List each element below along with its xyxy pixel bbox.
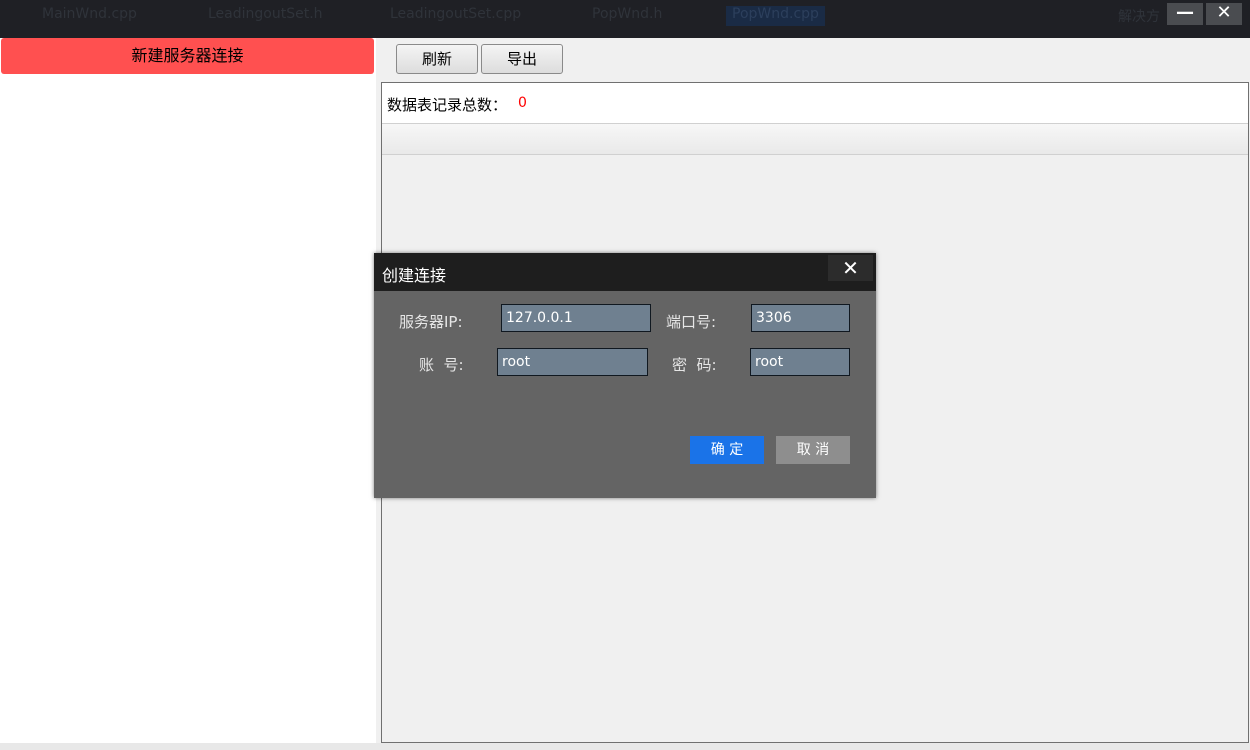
minimize-icon: — [1176,2,1194,23]
table-header [382,123,1248,155]
password-label: 密 码: [672,356,717,374]
server-ip-label: 服务器IP: [399,313,463,331]
status-strip [0,743,1250,750]
connection-sidebar: 新建服务器连接 [0,38,376,743]
close-icon: ✕ [842,256,859,280]
dialog-title: 创建连接 [382,266,447,285]
ghost-tab-popwnd-cpp: PopWnd.cpp [726,6,825,26]
ghost-tab-leadingoutset-h: LeadingoutSet.h [208,6,323,22]
confirm-button[interactable]: 确 定 [690,436,764,464]
create-connection-dialog: 创建连接 ✕ 服务器IP: 端口号: 账 号: 密 码: 确 定 取 消 [374,253,876,498]
window-titlebar: MainWnd.cpp LeadingoutSet.h LeadingoutSe… [0,0,1250,38]
close-icon: ✕ [1216,2,1232,23]
port-label: 端口号: [666,313,717,331]
refresh-button[interactable]: 刷新 [396,44,478,74]
password-input[interactable] [750,348,850,376]
dialog-close-button[interactable]: ✕ [828,255,873,281]
record-count-row: 数据表记录总数： 0 [382,83,1248,123]
window-close-button[interactable]: ✕ [1206,3,1242,25]
new-server-connection-button[interactable]: 新建服务器连接 [1,38,374,74]
server-ip-input[interactable] [501,304,651,332]
minimize-button[interactable]: — [1167,3,1203,25]
ghost-tab-leadingoutset-cpp: LeadingoutSet.cpp [390,6,522,22]
ghost-tab-popwnd-h: PopWnd.h [592,6,663,22]
account-input[interactable] [497,348,648,376]
ghost-solution-label: 解决方 [1118,9,1160,25]
record-count-value: 0 [518,95,527,111]
port-input[interactable] [751,304,850,332]
ghost-tab-mainwnd-cpp: MainWnd.cpp [42,6,137,22]
dialog-titlebar: 创建连接 ✕ [374,253,876,291]
account-label: 账 号: [419,356,464,374]
cancel-button[interactable]: 取 消 [776,436,850,464]
record-count-label: 数据表记录总数： [387,96,508,114]
export-button[interactable]: 导出 [481,44,563,74]
